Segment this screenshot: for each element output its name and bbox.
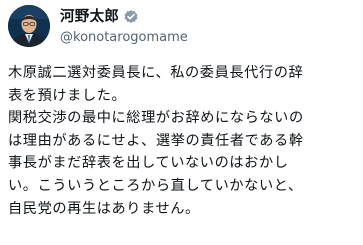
author-name[interactable]: 河野太郎 [60,8,119,26]
post-text-line: い。こういうところから直していかないと、 [8,177,303,194]
avatar[interactable] [8,5,50,47]
post-text-line: 事長がまだ辞表を出していないのはおかし [8,155,289,172]
verified-badge-icon [123,9,139,25]
post-text-line: 自民党の再生はありません。 [8,200,200,217]
post-text-line: は理由があるにせよ、選挙の責任者である幹 [8,132,304,149]
post-text-line: 表を預けました。 [8,87,127,104]
post-text-line: 木原誠二選対委員長に、私の委員長代行の辞 [8,65,304,81]
author-row: 河野太郎 [60,8,139,26]
avatar-portrait-icon [8,5,50,47]
author-handle[interactable]: @konotarogomame [60,30,188,46]
post-text: 木原誠二選対委員長に、私の委員長代行の辞 表を預けました。 関税交渉の最中に総理… [8,62,358,220]
post-card: 河野太郎 @konotarogomame 木原誠二選対委員長に、私の委員長代行の… [0,0,363,245]
post-text-line: 関税交渉の最中に総理がお辞めにならないの [8,110,304,127]
